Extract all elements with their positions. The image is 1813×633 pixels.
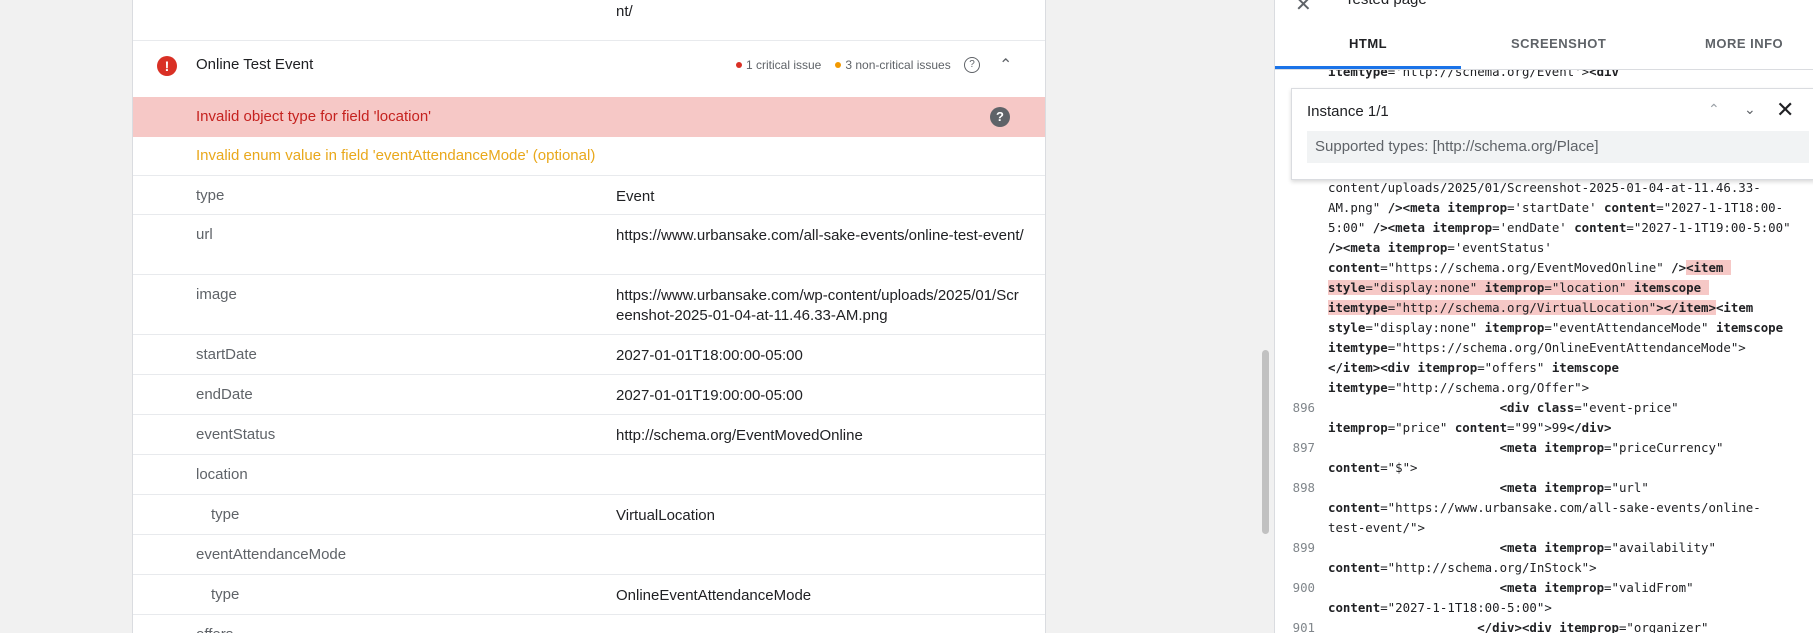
issue-summary: 1 critical issue 3 non-critical issues (736, 58, 951, 72)
tab-more-info[interactable]: MORE INFO (1705, 36, 1783, 51)
property-row: eventStatus http://schema.org/EventMoved… (133, 414, 1045, 455)
property-value: 2027-01-01T18:00:00-05:00 (616, 347, 803, 364)
line-number: 897 (1292, 440, 1315, 455)
noncritical-issue-text: Invalid enum value in field 'eventAttend… (196, 147, 596, 164)
property-key: type (211, 586, 240, 603)
critical-issue-count: 1 critical issue (746, 58, 822, 72)
event-title: Online Test Event (196, 56, 314, 73)
line-number: 900 (1292, 580, 1315, 595)
property-key: url (196, 226, 213, 243)
line-number: 898 (1292, 480, 1315, 495)
instance-label: Instance 1/1 (1307, 103, 1389, 120)
noncritical-issue-count: 3 non-critical issues (845, 58, 951, 72)
property-row: endDate 2027-01-01T19:00:00-05:00 (133, 374, 1045, 415)
property-key: type (196, 187, 225, 204)
critical-issue-row[interactable]: Invalid object type for field 'location'… (133, 97, 1045, 137)
chevron-down-icon[interactable]: ⌄ (1744, 101, 1756, 118)
nested-property-row: type VirtualLocation (133, 494, 1045, 535)
noncritical-issue-row[interactable]: Invalid enum value in field 'eventAttend… (133, 137, 1045, 175)
line-number: 901 (1292, 620, 1315, 633)
property-value: https://www.urbansake.com/all-sake-event… (616, 227, 1024, 244)
property-value: http://schema.org/EventMovedOnline (616, 427, 863, 444)
property-key: eventAttendanceMode (196, 546, 347, 563)
instance-popup: Instance 1/1 ⌃ ⌄ ✕ Supported types: [htt… (1291, 88, 1813, 180)
property-key: location (196, 466, 248, 483)
property-row: location (133, 454, 1045, 495)
line-number: 896 (1292, 400, 1315, 415)
error-icon: ! (157, 56, 177, 76)
url-value-tail: nt/ (616, 3, 633, 20)
property-key: endDate (196, 386, 253, 403)
chevron-up-icon[interactable]: ⌃ (1708, 101, 1720, 118)
page-scrollbar[interactable] (1262, 350, 1269, 534)
nested-property-row: type OnlineEventAttendanceMode (133, 574, 1045, 615)
property-value: Event (616, 188, 655, 205)
help-circle-icon[interactable]: ? (990, 107, 1010, 127)
critical-issue-text: Invalid object type for field 'location' (196, 108, 432, 125)
tab-screenshot[interactable]: SCREENSHOT (1511, 36, 1606, 51)
close-icon[interactable]: ✕ (1776, 97, 1794, 123)
critical-dot-icon (736, 62, 742, 68)
property-row: offers (133, 614, 1045, 633)
property-key: startDate (196, 346, 257, 363)
property-value: 2027-01-01T19:00:00-05:00 (616, 387, 803, 404)
property-value: https://www.urbansake.com/wp-content/upl… (616, 287, 1019, 324)
tested-page-panel: ✕ Tested page HTML SCREENSHOT MORE INFO … (1274, 0, 1813, 633)
supported-types-text: Supported types: [http://schema.org/Plac… (1307, 131, 1809, 163)
property-key: eventStatus (196, 426, 276, 443)
property-row: url https://www.urbansake.com/all-sake-e… (133, 214, 1045, 275)
close-icon[interactable]: ✕ (1295, 0, 1312, 17)
chevron-up-icon[interactable]: ⌃ (999, 55, 1012, 75)
property-value: VirtualLocation (616, 507, 715, 524)
property-row: image https://www.urbansake.com/wp-conte… (133, 274, 1045, 335)
property-key: offers (196, 626, 233, 633)
property-value: OnlineEventAttendanceMode (616, 587, 812, 604)
event-item-header[interactable]: ! Online Test Event 1 critical issue 3 n… (133, 40, 1045, 89)
structured-data-card: nt/ ! Online Test Event 1 critical issue… (132, 0, 1046, 633)
property-key: image (196, 286, 237, 303)
property-row: startDate 2027-01-01T18:00:00-05:00 (133, 334, 1045, 375)
line-number: 899 (1292, 540, 1315, 555)
help-icon[interactable]: ? (964, 57, 980, 73)
noncritical-dot-icon (835, 62, 842, 68)
property-key: type (211, 506, 240, 523)
property-row: eventAttendanceMode (133, 534, 1045, 575)
property-row: type Event (133, 175, 1045, 215)
tab-html[interactable]: HTML (1349, 36, 1387, 51)
panel-title: Tested page (1345, 0, 1427, 8)
